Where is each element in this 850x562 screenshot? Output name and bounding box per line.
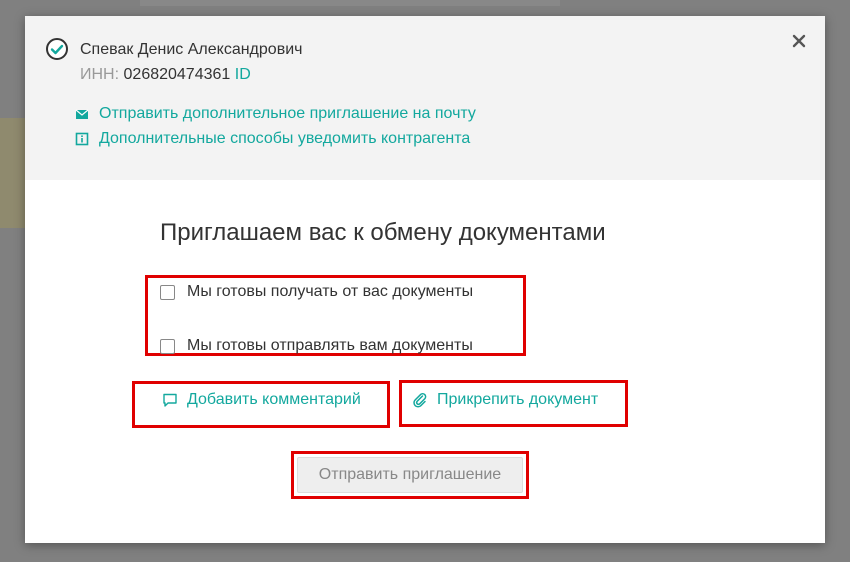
invite-modal: Спевак Денис Александрович ИНН: 02682047…: [25, 16, 825, 543]
envelope-icon: [75, 107, 89, 121]
check-circle-icon: [45, 37, 69, 61]
add-comment-label: Добавить комментарий: [187, 391, 361, 408]
invite-title: Приглашаем вас к обмену документами: [160, 219, 606, 246]
send-documents-option[interactable]: Мы готовы отправлять вам документы: [160, 337, 473, 355]
close-icon: [792, 34, 806, 51]
info-icon: [75, 132, 89, 146]
background-notice-strip: [0, 118, 25, 228]
contact-name: Спевак Денис Александрович: [80, 41, 303, 58]
add-comment-button[interactable]: Добавить комментарий: [162, 391, 361, 409]
comment-icon: [162, 392, 178, 408]
background-page-header: [140, 0, 560, 6]
paperclip-icon: [412, 392, 428, 408]
notify-methods-label: Дополнительные способы уведомить контраг…: [99, 130, 471, 147]
id-link[interactable]: ID: [235, 66, 251, 83]
inn-label: ИНН:: [80, 66, 120, 83]
receive-documents-checkbox[interactable]: [160, 284, 175, 300]
send-invite-button[interactable]: Отправить приглашение: [297, 457, 523, 493]
send-extra-invite-link[interactable]: Отправить дополнительное приглашение на …: [75, 105, 476, 123]
inn-value: 026820474361: [123, 66, 231, 83]
receive-documents-option[interactable]: Мы готовы получать от вас документы: [160, 283, 473, 301]
send-documents-checkbox[interactable]: [160, 338, 175, 354]
modal-header: Спевак Денис Александрович ИНН: 02682047…: [25, 16, 825, 180]
attach-document-label: Прикрепить документ: [437, 391, 599, 408]
send-documents-label: Мы готовы отправлять вам документы: [187, 337, 473, 354]
receive-documents-label: Мы готовы получать от вас документы: [187, 283, 474, 300]
attach-document-button[interactable]: Прикрепить документ: [412, 391, 598, 409]
inn-row: ИНН: 026820474361 ID: [80, 66, 251, 84]
close-button[interactable]: [787, 30, 811, 54]
send-extra-invite-label: Отправить дополнительное приглашение на …: [99, 105, 476, 122]
notify-methods-link[interactable]: Дополнительные способы уведомить контраг…: [75, 130, 470, 148]
